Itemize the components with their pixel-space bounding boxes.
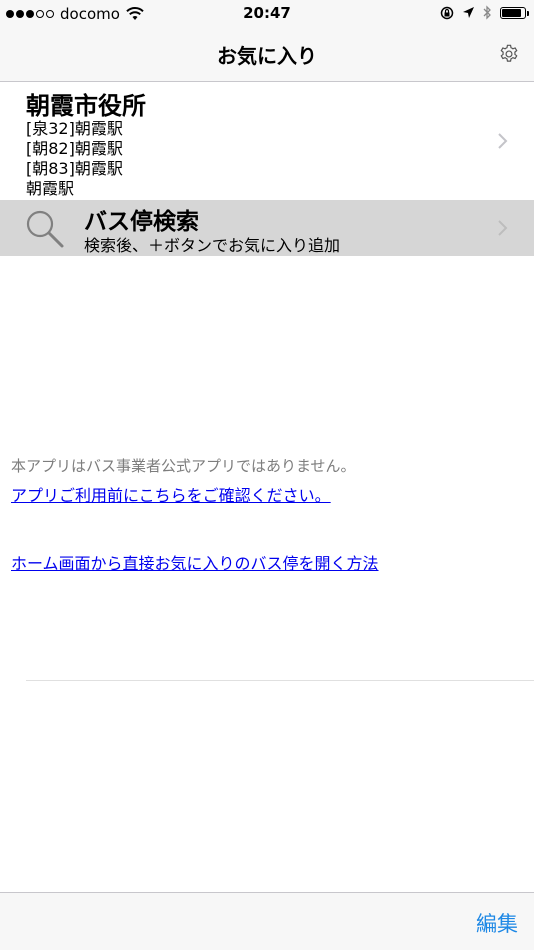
page-title: お気に入り <box>217 44 317 68</box>
favorite-route: [朝82]朝霞駅 <box>26 139 123 158</box>
favorite-stop-row[interactable]: 朝霞市役所 [泉32]朝霞駅 [朝82]朝霞駅 [朝83]朝霞駅 朝霞駅 <box>0 82 534 200</box>
search-row-subtitle: 検索後、＋ボタンでお気に入り追加 <box>84 236 341 255</box>
search-row-title: バス停検索 <box>84 209 199 235</box>
bus-stop-search-row[interactable]: バス停検索 検索後、＋ボタンでお気に入り追加 <box>0 200 534 256</box>
bluetooth-icon <box>483 5 491 20</box>
divider <box>26 680 534 681</box>
home-screen-howto-link[interactable]: ホーム画面から直接お気に入りのバス停を開く方法 <box>11 550 379 574</box>
navigation-bar: お気に入り <box>0 28 534 82</box>
disclaimer-text: 本アプリはバス事業者公式アプリではありません。 <box>11 457 356 475</box>
bottom-toolbar: 編集 <box>0 892 534 950</box>
gear-icon[interactable] <box>498 43 520 65</box>
favorite-route: [朝83]朝霞駅 <box>26 159 123 178</box>
favorite-route: [泉32]朝霞駅 <box>26 119 123 138</box>
status-right <box>440 5 529 20</box>
favorite-route-list: [泉32]朝霞駅 [朝82]朝霞駅 [朝83]朝霞駅 朝霞駅 <box>26 119 123 199</box>
location-arrow-icon <box>463 7 474 18</box>
confirm-before-use-link[interactable]: アプリご利用前にこちらをご確認ください。 <box>11 482 331 506</box>
rotation-lock-icon <box>440 6 454 19</box>
screen: docomo 20:47 お気に入り 朝霞市役所 [泉32]朝霞駅 [朝82]朝… <box>0 0 534 950</box>
favorite-stop-name: 朝霞市役所 <box>26 92 146 120</box>
battery-level <box>502 8 522 17</box>
edit-button[interactable]: 編集 <box>476 908 518 938</box>
battery-icon <box>500 6 529 19</box>
favorite-route: 朝霞駅 <box>26 179 75 198</box>
status-bar: docomo 20:47 <box>0 0 534 28</box>
magnifier-icon <box>26 210 64 248</box>
chevron-right-icon <box>498 220 508 236</box>
chevron-right-icon <box>498 133 508 149</box>
